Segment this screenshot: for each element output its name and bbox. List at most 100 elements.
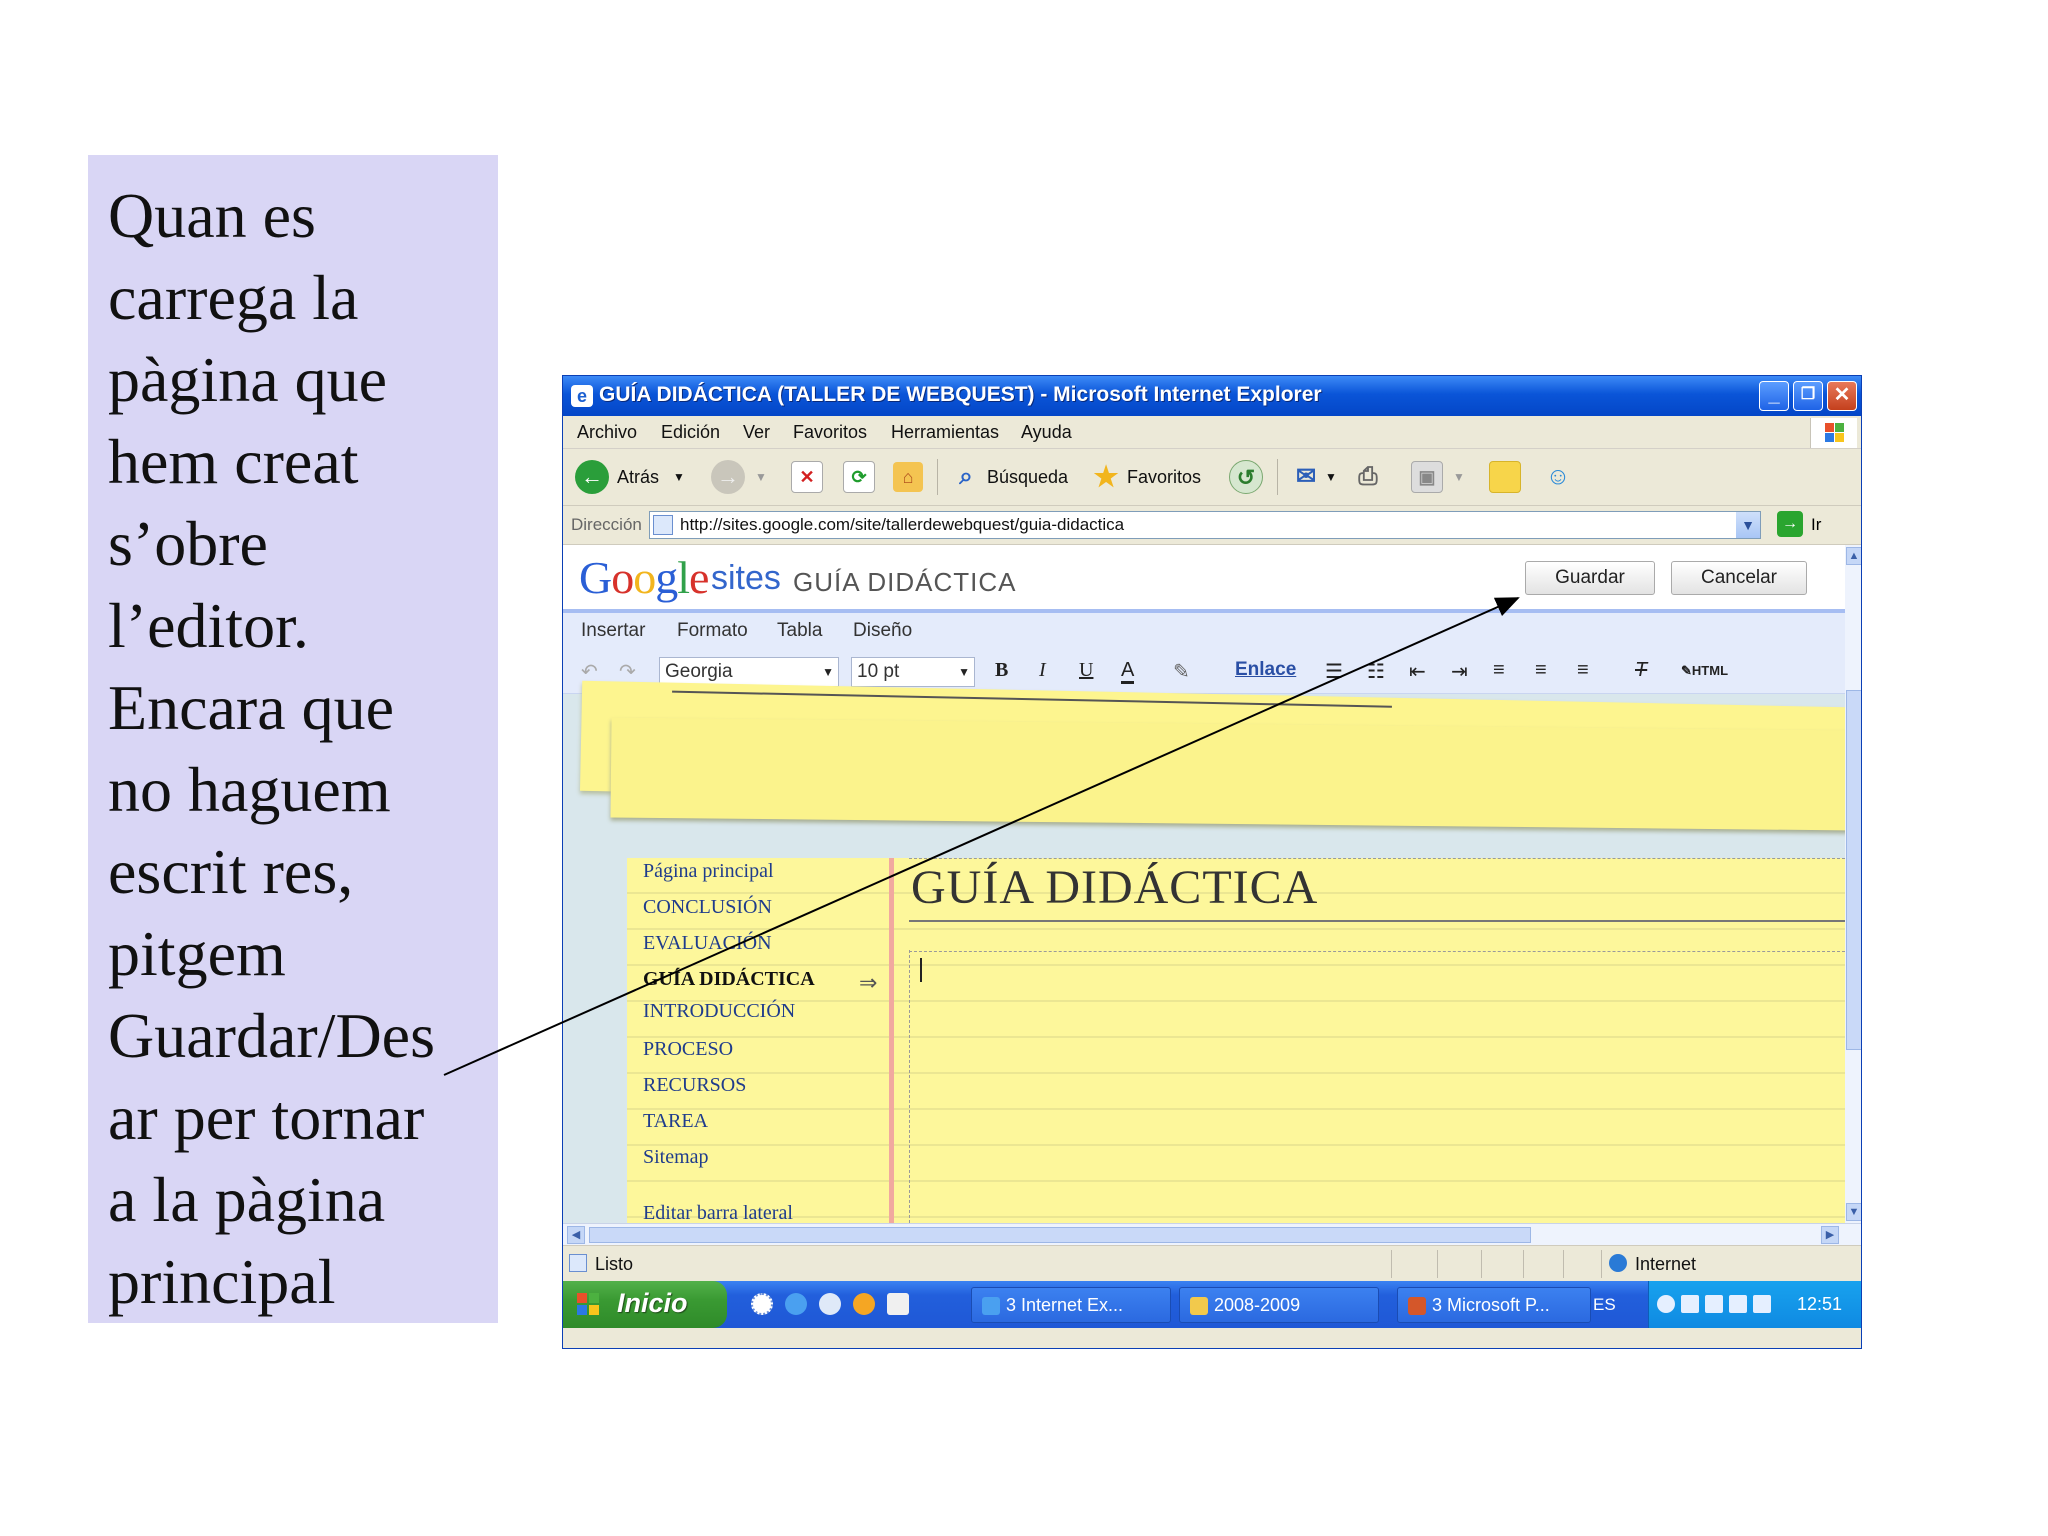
forward-button[interactable]: → ▼ [711, 459, 767, 495]
html-button[interactable]: ✎HTML [1681, 663, 1728, 679]
body-edit-region[interactable] [909, 950, 1845, 1223]
tray-expand-icon[interactable] [1657, 1295, 1675, 1313]
title-bar[interactable]: e GUÍA DIDÁCTICA (TALLER DE WEBQUEST) - … [563, 376, 1861, 416]
scroll-down-icon[interactable]: ▼ [1846, 1203, 1861, 1221]
refresh-button[interactable]: ⟳ [843, 459, 875, 495]
sidebar-item-recursos[interactable]: RECURSOS [643, 1074, 746, 1097]
editor-menu-tabla[interactable]: Tabla [777, 620, 822, 642]
task-folder[interactable]: 2008-2009 [1179, 1287, 1379, 1323]
print-button[interactable]: ⎙ [1353, 459, 1383, 495]
editor-menu-diseno[interactable]: Diseño [853, 620, 912, 642]
menu-favoritos[interactable]: Favoritos [793, 422, 867, 443]
editor-menu-formato[interactable]: Formato [677, 620, 748, 642]
network-icon[interactable] [1705, 1295, 1723, 1313]
sidebar-item-pagina-principal[interactable]: Página principal [643, 860, 774, 883]
address-input[interactable]: http://sites.google.com/site/tallerdeweb… [649, 511, 1761, 539]
search-button[interactable]: ⌕ Búsqueda [951, 459, 1068, 495]
quicklaunch-desktop-icon[interactable] [751, 1293, 773, 1315]
mail-dropdown-icon[interactable]: ▼ [1325, 470, 1337, 484]
tray-app-icon[interactable] [1681, 1295, 1699, 1313]
toolbar-divider [937, 459, 938, 495]
home-button[interactable]: ⌂ [893, 459, 923, 495]
quicklaunch-outlook-icon[interactable] [819, 1293, 841, 1315]
vertical-scrollbar[interactable]: ▲ ▼ [1845, 545, 1861, 1223]
edit-button[interactable]: ▣ ▼ [1411, 459, 1465, 495]
menu-bar: Archivo Edición Ver Favoritos Herramient… [563, 416, 1861, 449]
sidebar-item-sitemap[interactable]: Sitemap [643, 1146, 709, 1169]
font-size-value: 10 pt [857, 661, 900, 682]
maximize-button[interactable]: ❐ [1793, 381, 1823, 411]
history-button[interactable]: ↺ [1229, 459, 1263, 495]
mail-button[interactable]: ✉ ▼ [1291, 459, 1337, 495]
size-dropdown-icon: ▼ [958, 665, 970, 679]
monitor-icon[interactable] [1753, 1295, 1771, 1313]
messenger-button[interactable]: ☺ [1543, 459, 1573, 495]
go-arrow-icon[interactable]: → [1777, 511, 1803, 537]
back-dropdown-icon[interactable]: ▼ [673, 470, 685, 484]
align-left-icon[interactable]: ≡ [1493, 659, 1505, 682]
page-heading: GUÍA DIDÁCTICA [911, 861, 1319, 914]
scroll-left-icon[interactable]: ◀ [567, 1226, 585, 1244]
stop-button[interactable]: ✕ [791, 459, 823, 495]
google-logo: Google [579, 552, 709, 603]
back-button[interactable]: ← Atrás ▼ [575, 459, 685, 495]
numbered-list-icon[interactable]: ☰ [1325, 659, 1343, 684]
globe-icon [1609, 1254, 1627, 1272]
sidebar-item-conclusion[interactable]: CONCLUSIÓN [643, 896, 772, 919]
redo-icon[interactable]: ↷ [619, 659, 636, 684]
language-indicator[interactable]: ES [1593, 1295, 1616, 1315]
start-label: Inicio [617, 1288, 688, 1318]
sidebar-item-introduccion[interactable]: INTRODUCCIÓN [643, 1000, 795, 1023]
sidebar-item-proceso[interactable]: PROCESO [643, 1038, 733, 1061]
sidebar-item-evaluacion[interactable]: EVALUACIÓN [643, 932, 772, 955]
close-button[interactable]: ✕ [1827, 381, 1857, 411]
editor-menu-insertar[interactable]: Insertar [581, 620, 645, 642]
status-page-icon [569, 1254, 587, 1272]
indent-less-icon[interactable]: ⇤ [1409, 659, 1426, 684]
link-button[interactable]: Enlace [1235, 659, 1296, 681]
sidebar-item-guia-didactica[interactable]: GUÍA DIDÁCTICA [643, 968, 815, 991]
sidebar-edit-link[interactable]: Editar barra lateral [643, 1202, 793, 1223]
font-dropdown-icon: ▼ [822, 665, 834, 679]
start-button[interactable]: Inicio [563, 1281, 727, 1328]
search-label: Búsqueda [987, 466, 1069, 487]
menu-ver[interactable]: Ver [743, 422, 770, 443]
save-button[interactable]: Guardar [1525, 561, 1655, 595]
quicklaunch-doc-icon[interactable] [887, 1293, 909, 1315]
page-content: Google sites GUÍA DIDÁCTICA Guardar Canc… [563, 545, 1845, 1223]
go-button[interactable]: Ir [1811, 515, 1821, 535]
address-label: Dirección [571, 515, 642, 534]
tray-device-icon[interactable] [1729, 1295, 1747, 1313]
bulleted-list-icon[interactable]: ☷ [1367, 659, 1385, 684]
highlight-icon[interactable]: ✎ [1173, 659, 1190, 684]
menu-edicion[interactable]: Edición [661, 422, 720, 443]
notes-button[interactable] [1489, 459, 1521, 495]
bold-button[interactable]: B [995, 659, 1008, 682]
vertical-scroll-thumb[interactable] [1846, 690, 1861, 1050]
scroll-up-icon[interactable]: ▲ [1846, 547, 1861, 565]
task-internet-explorer[interactable]: 3 Internet Ex... [971, 1287, 1171, 1323]
clear-format-icon[interactable]: T [1635, 659, 1647, 682]
quicklaunch-ie-icon[interactable] [785, 1293, 807, 1315]
menu-ayuda[interactable]: Ayuda [1021, 422, 1072, 443]
task-powerpoint[interactable]: 3 Microsoft P... [1397, 1287, 1591, 1323]
address-dropdown-icon[interactable]: ▼ [1736, 512, 1760, 538]
favorites-label: Favoritos [1127, 466, 1202, 487]
align-center-icon[interactable]: ≡ [1535, 659, 1547, 682]
cancel-button[interactable]: Cancelar [1671, 561, 1807, 595]
quicklaunch-media-icon[interactable] [853, 1293, 875, 1315]
underline-button[interactable]: U [1079, 659, 1093, 682]
menu-herramientas[interactable]: Herramientas [891, 422, 999, 443]
align-right-icon[interactable]: ≡ [1577, 659, 1589, 682]
favorites-button[interactable]: ★ Favoritos [1091, 459, 1201, 495]
menu-archivo[interactable]: Archivo [577, 422, 637, 443]
minimize-button[interactable]: _ [1759, 381, 1789, 411]
text-color-icon[interactable]: A [1121, 659, 1135, 684]
italic-button[interactable]: I [1039, 659, 1046, 682]
font-size-select[interactable]: 10 pt ▼ [851, 657, 975, 687]
horizontal-scrollbar[interactable]: ◀ ▶ [563, 1223, 1861, 1246]
horizontal-scroll-thumb[interactable] [589, 1227, 1531, 1243]
scroll-right-icon[interactable]: ▶ [1821, 1226, 1839, 1244]
indent-more-icon[interactable]: ⇥ [1451, 659, 1468, 684]
sidebar-item-tarea[interactable]: TAREA [643, 1110, 708, 1133]
